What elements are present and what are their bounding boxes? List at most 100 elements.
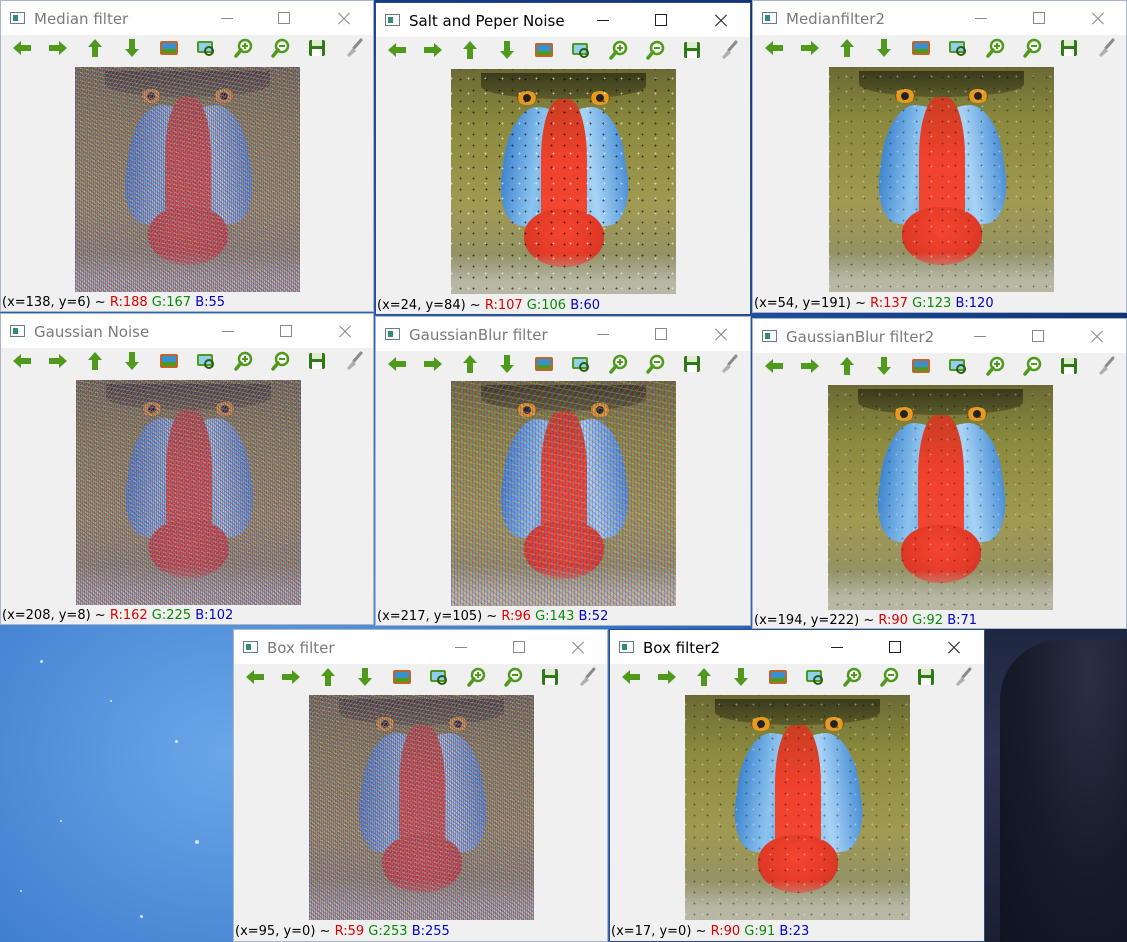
title-bar[interactable]: Medianfilter2 (753, 1, 1126, 35)
zoom-in-button[interactable] (840, 666, 866, 692)
properties-brush-button[interactable] (950, 666, 976, 692)
properties-brush-button[interactable] (716, 353, 742, 379)
window-medianfilter2[interactable]: Medianfilter2 (x=54, y=191) ~ R:137 G:12… (752, 0, 1127, 313)
minimize-button[interactable] (212, 7, 242, 31)
title-bar[interactable]: Gaussian Noise (1, 314, 373, 348)
pan-left-button[interactable] (618, 666, 644, 692)
zoom-out-button[interactable] (268, 37, 294, 63)
minimize-button[interactable] (213, 320, 243, 344)
minimize-button[interactable] (588, 323, 618, 347)
properties-brush-button[interactable] (341, 350, 367, 376)
close-button[interactable] (329, 7, 359, 31)
maximize-button[interactable] (1023, 325, 1053, 349)
close-button[interactable] (330, 320, 360, 344)
zoom-to-region-button[interactable] (568, 39, 594, 65)
properties-brush-button[interactable] (1093, 37, 1119, 63)
zoom-to-region-button[interactable] (945, 37, 971, 63)
window-salt-and-pepper-noise[interactable]: Salt and Peper Noise (x=24, y=84) ~ R:10… (375, 2, 751, 315)
window-gaussianblur-filter2[interactable]: GaussianBlur filter2 (x=194, y=222) ~ R:… (752, 318, 1127, 629)
image-view[interactable] (76, 380, 301, 605)
pan-left-button[interactable] (9, 37, 35, 63)
zoom-in-button[interactable] (231, 37, 257, 63)
close-button[interactable] (563, 636, 593, 660)
pan-up-button[interactable] (315, 666, 341, 692)
pan-down-button[interactable] (871, 355, 897, 381)
maximize-button[interactable] (504, 636, 534, 660)
maximize-button[interactable] (271, 320, 301, 344)
zoom-out-button[interactable] (1020, 355, 1046, 381)
properties-brush-button[interactable] (341, 37, 367, 63)
window-gaussian-noise[interactable]: Gaussian Noise (x=208, y=8) ~ R:162 G:22… (0, 313, 374, 625)
title-bar[interactable]: Box filter (234, 630, 607, 664)
zoom-to-region-button[interactable] (426, 666, 452, 692)
zoom-out-button[interactable] (268, 350, 294, 376)
pan-right-button[interactable] (45, 37, 71, 63)
save-button[interactable] (679, 39, 705, 65)
zoom-to-region-button[interactable] (193, 37, 219, 63)
window-box-filter2[interactable]: Box filter2 (x=17, y=0) ~ R:90 G:91 B:23 (609, 629, 985, 942)
pan-up-button[interactable] (457, 353, 483, 379)
pan-up-button[interactable] (834, 355, 860, 381)
title-bar[interactable]: GaussianBlur filter2 (753, 319, 1126, 353)
pan-up-button[interactable] (82, 350, 108, 376)
pan-right-button[interactable] (45, 350, 71, 376)
zoom-to-region-button[interactable] (802, 666, 828, 692)
pan-right-button[interactable] (420, 353, 446, 379)
zoom-in-button[interactable] (464, 666, 490, 692)
maximize-button[interactable] (880, 636, 910, 660)
pan-right-button[interactable] (654, 666, 680, 692)
properties-brush-button[interactable] (716, 39, 742, 65)
zoom-to-fit-button[interactable] (531, 353, 557, 379)
zoom-in-button[interactable] (983, 355, 1009, 381)
pan-left-button[interactable] (242, 666, 268, 692)
maximize-button[interactable] (1024, 7, 1054, 31)
save-button[interactable] (537, 666, 563, 692)
title-bar[interactable]: Median filter (1, 1, 373, 35)
close-button[interactable] (706, 9, 736, 33)
zoom-in-button[interactable] (606, 39, 632, 65)
zoom-in-button[interactable] (606, 353, 632, 379)
zoom-in-button[interactable] (231, 350, 257, 376)
zoom-to-fit-button[interactable] (389, 666, 415, 692)
minimize-button[interactable] (822, 636, 852, 660)
close-button[interactable] (939, 636, 969, 660)
pan-down-button[interactable] (352, 666, 378, 692)
maximize-button[interactable] (269, 7, 299, 31)
minimize-button[interactable] (966, 7, 996, 31)
zoom-to-fit-button[interactable] (156, 350, 182, 376)
save-button[interactable] (304, 350, 330, 376)
image-view[interactable] (828, 385, 1053, 610)
image-view[interactable] (829, 67, 1054, 292)
pan-down-button[interactable] (494, 353, 520, 379)
image-view[interactable] (75, 67, 300, 292)
zoom-to-fit-button[interactable] (156, 37, 182, 63)
save-button[interactable] (679, 353, 705, 379)
maximize-button[interactable] (646, 9, 676, 33)
save-button[interactable] (913, 666, 939, 692)
close-button[interactable] (706, 323, 736, 347)
zoom-to-fit-button[interactable] (531, 39, 557, 65)
pan-up-button[interactable] (691, 666, 717, 692)
window-box-filter[interactable]: Box filter (x=95, y=0) ~ R:59 G:253 B:25… (233, 629, 608, 942)
zoom-to-region-button[interactable] (193, 350, 219, 376)
properties-brush-button[interactable] (1093, 355, 1119, 381)
minimize-button[interactable] (965, 325, 995, 349)
pan-left-button[interactable] (9, 350, 35, 376)
zoom-out-button[interactable] (643, 353, 669, 379)
window-median-filter[interactable]: Median filter (x=138, y=6) ~ R:188 G:167… (0, 0, 374, 312)
title-bar[interactable]: Salt and Peper Noise (376, 3, 750, 37)
save-button[interactable] (1056, 355, 1082, 381)
pan-up-button[interactable] (457, 39, 483, 65)
window-gaussianblur-filter[interactable]: GaussianBlur filter (x=217, y=105) ~ R:9… (375, 316, 751, 626)
zoom-to-fit-button[interactable] (908, 37, 934, 63)
pan-left-button[interactable] (761, 355, 787, 381)
minimize-button[interactable] (588, 9, 618, 33)
pan-up-button[interactable] (82, 37, 108, 63)
zoom-to-fit-button[interactable] (765, 666, 791, 692)
image-view[interactable] (451, 69, 676, 294)
pan-left-button[interactable] (384, 39, 410, 65)
minimize-button[interactable] (446, 636, 476, 660)
pan-right-button[interactable] (420, 39, 446, 65)
zoom-out-button[interactable] (501, 666, 527, 692)
close-button[interactable] (1082, 325, 1112, 349)
